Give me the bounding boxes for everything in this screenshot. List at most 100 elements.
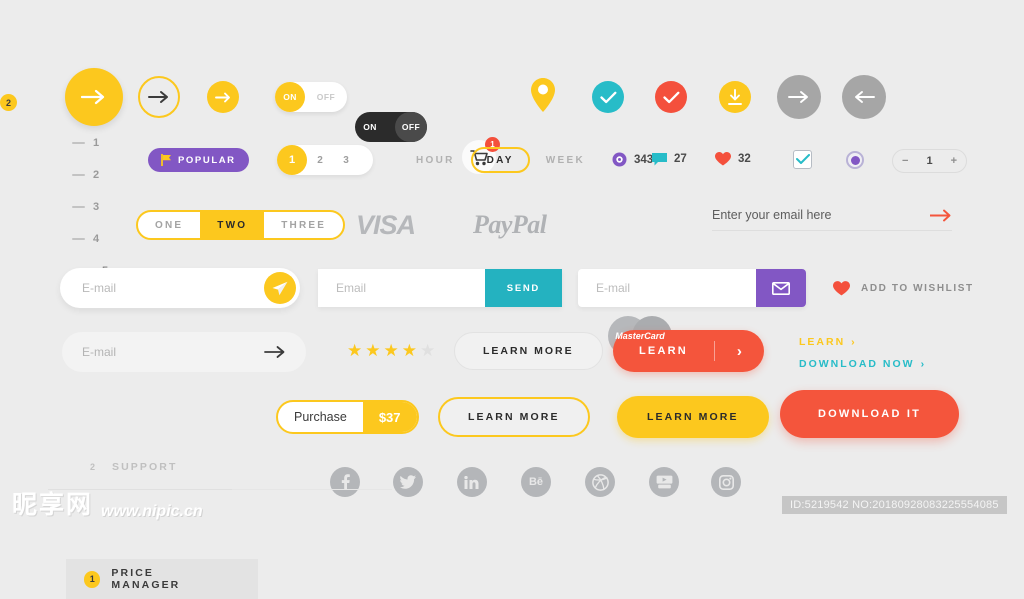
send-button[interactable]: SEND: [484, 269, 562, 307]
page-1[interactable]: 1: [277, 145, 307, 175]
star-filled[interactable]: ★: [384, 342, 399, 359]
tab-day[interactable]: DAY: [470, 147, 530, 173]
chevron-right-icon: ›: [736, 342, 742, 360]
add-to-wishlist-button[interactable]: ADD TO WISHLIST: [833, 281, 974, 296]
toggle-on-label: ON: [275, 82, 305, 112]
toggle-off-label: OFF: [316, 92, 336, 102]
views-stat[interactable]: 343: [612, 152, 653, 167]
social-linkedin-button[interactable]: [457, 467, 487, 497]
pagination[interactable]: 1 2 3: [277, 145, 373, 175]
linkedin-icon: [464, 475, 479, 489]
email-underline-field[interactable]: Enter your email here: [712, 208, 952, 231]
star-empty[interactable]: ★: [420, 342, 435, 359]
arrow-right-icon[interactable]: [264, 345, 286, 359]
toggle-switch-dark[interactable]: ON OFF: [355, 112, 427, 142]
arrow-right-button-outline[interactable]: [138, 76, 180, 118]
send-button-circle[interactable]: [264, 272, 296, 304]
learn-more-outline-button[interactable]: LEARN MORE: [438, 397, 590, 437]
email-input-flat[interactable]: E-mail: [62, 332, 306, 372]
toggle-on-label: ON: [363, 122, 377, 132]
step-item[interactable]: 3: [72, 201, 108, 213]
social-behance-button[interactable]: Bē: [521, 467, 551, 497]
star-filled[interactable]: ★: [365, 342, 380, 359]
checkbox[interactable]: [793, 150, 812, 169]
popular-badge[interactable]: POPULAR: [148, 148, 249, 172]
likes-stat[interactable]: 32: [715, 152, 751, 166]
mail-submit-button[interactable]: [756, 269, 806, 307]
stepper-minus-button[interactable]: −: [893, 155, 917, 167]
star-filled[interactable]: ★: [402, 342, 417, 359]
learn-link[interactable]: LEARN ›: [799, 336, 857, 348]
social-dribbble-button[interactable]: [585, 467, 615, 497]
toggle-switch-light[interactable]: ON OFF: [275, 82, 347, 112]
social-twitter-button[interactable]: [393, 467, 423, 497]
arrow-right-icon: [214, 92, 230, 102]
step-dash: [72, 238, 85, 240]
email-input-send[interactable]: Email SEND: [318, 269, 562, 307]
arrow-right-button-small[interactable]: [207, 81, 239, 113]
learn-link-label: LEARN: [799, 336, 846, 348]
stepper-plus-button[interactable]: +: [942, 155, 966, 167]
watermark-cn: 昵享网: [12, 490, 94, 519]
comment-icon: [652, 153, 667, 166]
arrow-right-icon: [788, 91, 808, 103]
star-filled[interactable]: ★: [347, 342, 362, 359]
email-placeholder: E-mail: [82, 345, 117, 359]
twitter-icon: [400, 475, 416, 489]
download-it-button[interactable]: DOWNLOAD IT: [780, 390, 960, 438]
step-item[interactable]: 4: [72, 233, 108, 245]
footer-id-label: ID:5219542 NO:20180928083225554085: [782, 496, 1007, 514]
flag-icon: [161, 154, 171, 166]
arrow-right-button-grey[interactable]: [777, 75, 821, 119]
step-item[interactable]: 2: [72, 169, 108, 181]
comments-stat[interactable]: 27: [652, 152, 687, 166]
toggle-off-label: OFF: [395, 112, 427, 142]
email-input-purple[interactable]: E-mail: [578, 269, 806, 307]
menu-item-label: SUPPORT: [112, 460, 178, 473]
counter-badge[interactable]: 2: [0, 94, 17, 111]
envelope-icon: [772, 281, 790, 295]
email-placeholder: Email: [336, 281, 367, 295]
email-input-rounded[interactable]: E-mail: [60, 268, 300, 308]
segment-two[interactable]: TWO: [200, 212, 265, 238]
arrow-left-icon: [855, 91, 875, 103]
step-number: 3: [93, 201, 100, 213]
page-2[interactable]: 2: [307, 155, 333, 166]
menu-item-price-manager[interactable]: 1 PRICE MANAGER: [66, 559, 258, 599]
purchase-button[interactable]: Purchase $37: [276, 400, 419, 434]
segment-three[interactable]: THREE: [264, 212, 343, 238]
comments-count: 27: [674, 153, 687, 165]
step-number: 1: [93, 137, 100, 149]
quantity-stepper[interactable]: − 1 +: [892, 149, 967, 173]
tab-week[interactable]: WEEK: [530, 155, 601, 166]
step-dash: [72, 142, 85, 144]
social-instagram-button[interactable]: [711, 467, 741, 497]
radio-button[interactable]: [846, 151, 864, 169]
youtube-icon: [656, 475, 672, 489]
page-3[interactable]: 3: [333, 155, 359, 166]
arrow-left-button-grey[interactable]: [842, 75, 886, 119]
learn-more-ghost-button[interactable]: LEARN MORE: [454, 332, 603, 370]
social-facebook-button[interactable]: [330, 467, 360, 497]
map-pin-marker[interactable]: [531, 78, 555, 117]
segment-one[interactable]: ONE: [138, 212, 200, 238]
tab-hour[interactable]: HOUR: [400, 155, 471, 166]
menu-item-support[interactable]: 2 SUPPORT: [66, 458, 177, 475]
download-now-link[interactable]: DOWNLOAD NOW ›: [799, 358, 926, 370]
learn-more-filled-button[interactable]: LEARN MORE: [617, 396, 769, 438]
check-button-teal[interactable]: [592, 81, 624, 113]
checkbox-checked-icon: [795, 154, 810, 164]
heart-icon: [715, 152, 731, 166]
footer-divider: [232, 489, 392, 490]
step-item[interactable]: 1: [72, 137, 108, 149]
arrow-right-icon[interactable]: [930, 209, 952, 222]
time-segment-control: HOUR DAY WEEK: [400, 147, 601, 173]
social-youtube-button[interactable]: [649, 467, 679, 497]
arrow-right-button-large[interactable]: [65, 68, 123, 126]
star-rating[interactable]: ★ ★ ★ ★ ★: [347, 342, 435, 359]
chevron-right-icon: ›: [851, 336, 857, 348]
segmented-control-three: ONE TWO THREE: [136, 210, 346, 240]
mastercard-label: MasterCard: [615, 331, 665, 341]
download-button[interactable]: [719, 81, 751, 113]
check-button-red[interactable]: [655, 81, 687, 113]
